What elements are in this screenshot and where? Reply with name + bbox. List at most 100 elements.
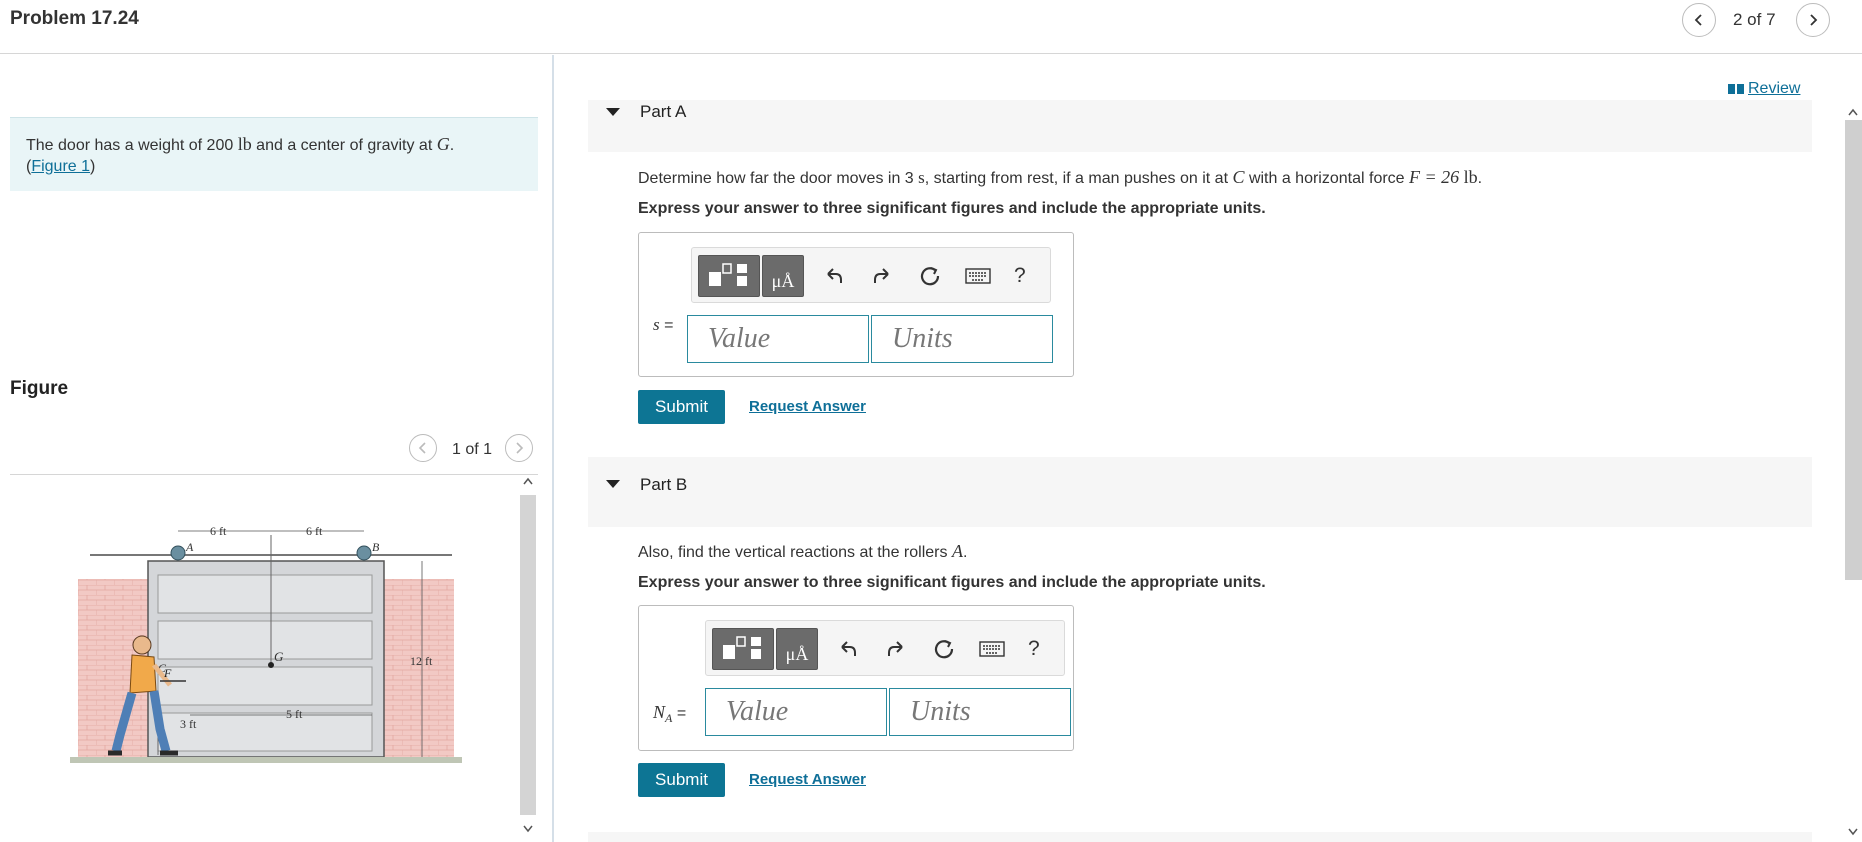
units-input[interactable]: Units	[871, 315, 1053, 363]
units-button[interactable]: μÅ	[776, 628, 818, 670]
undo-icon	[841, 641, 856, 656]
variable-s: s	[653, 315, 660, 334]
part-b-answer-box: μÅ ? NA = Value Units	[638, 605, 1074, 751]
part-a-question: Determine how far the door moves in 3 s,…	[638, 167, 1482, 188]
keyboard-icon	[979, 641, 1005, 657]
variable-label: NA =	[653, 702, 686, 726]
part-b-submit-button[interactable]: Submit	[638, 763, 725, 797]
templates-icon	[723, 636, 761, 659]
figure-divider	[10, 474, 538, 475]
reset-button[interactable]	[930, 635, 958, 663]
variable-subscript: A	[665, 711, 673, 726]
part-a-instruction: Express your answer to three significant…	[638, 200, 1266, 217]
chevron-up-icon	[523, 477, 533, 485]
equals-sign: =	[676, 705, 687, 722]
figure-scrollbar[interactable]	[519, 473, 537, 842]
variable-n: N	[653, 702, 666, 722]
top-bar: Problem 17.24 2 of 7	[0, 0, 1862, 54]
problem-statement: The door has a weight of 200 lb and a ce…	[10, 117, 538, 191]
redo-button[interactable]	[868, 262, 896, 290]
part-b-label: Part B	[640, 475, 688, 494]
figure-previous-button[interactable]	[409, 434, 437, 462]
main-scroll-thumb[interactable]	[1845, 120, 1862, 580]
dim-label-a: 6 ft	[210, 524, 227, 538]
templates-icon	[709, 263, 747, 286]
reset-button[interactable]	[916, 262, 944, 290]
chevron-left-icon	[418, 442, 426, 454]
chevron-right-icon	[516, 442, 524, 454]
next-problem-button[interactable]	[1796, 3, 1830, 37]
question-text: with a horizontal force	[1248, 170, 1405, 187]
part-a-header[interactable]: Part A	[588, 100, 1812, 152]
part-b-header[interactable]: Part B	[588, 457, 1812, 527]
templates-button[interactable]	[712, 628, 774, 670]
value-input[interactable]: Value	[687, 315, 869, 363]
help-button[interactable]: ?	[1014, 264, 1026, 288]
weight-unit: lb	[237, 134, 252, 154]
part-b-instruction: Express your answer to three significant…	[638, 574, 1266, 591]
figure-link-close: )	[90, 158, 96, 175]
collapse-triangle-icon	[606, 108, 620, 116]
chevron-down-icon	[523, 825, 533, 833]
figure-heading: Figure	[10, 378, 69, 399]
question-end: .	[962, 544, 968, 561]
dim-label-c: 3 ft	[180, 717, 197, 731]
units-input[interactable]: Units	[889, 688, 1071, 736]
dim-label-b: 6 ft	[306, 524, 323, 538]
intro-end: .	[449, 137, 455, 154]
height-label: 12 ft	[410, 654, 433, 668]
units-button[interactable]: μÅ	[762, 255, 804, 297]
math-toolbar: μÅ ?	[691, 247, 1051, 303]
question-text: Determine how far the door moves in 3	[638, 170, 914, 187]
cg-symbol: G	[436, 134, 450, 154]
question-text: Also, find the vertical reactions at the…	[638, 544, 948, 561]
variable-label: s =	[653, 315, 673, 335]
intro-middle: and a center of gravity at	[256, 137, 433, 154]
review-label: Review	[1748, 80, 1801, 97]
reset-icon	[934, 640, 954, 659]
redo-button[interactable]	[882, 635, 910, 663]
part-a-label: Part A	[640, 102, 687, 121]
redo-icon	[888, 641, 903, 656]
roller-b	[356, 545, 372, 561]
chevron-right-icon	[1810, 14, 1818, 26]
book-icon	[1728, 84, 1744, 94]
keyboard-button[interactable]	[978, 635, 1006, 663]
force-unit: lb	[1463, 167, 1478, 187]
figure-next-button[interactable]	[505, 434, 533, 462]
math-toolbar: μÅ ?	[705, 620, 1065, 676]
figure-link[interactable]: Figure 1	[31, 158, 90, 175]
value-input[interactable]: Value	[705, 688, 887, 736]
keyboard-button[interactable]	[964, 262, 992, 290]
reset-icon	[920, 267, 940, 286]
part-a-request-answer[interactable]: Request Answer	[749, 398, 866, 415]
next-part-header	[588, 832, 1812, 842]
time-unit: s	[918, 168, 925, 187]
door-panel	[157, 574, 373, 614]
door-panel	[157, 666, 373, 706]
main-scrollbar[interactable]	[1843, 100, 1862, 842]
previous-problem-button[interactable]	[1682, 3, 1716, 37]
door-panel	[157, 620, 373, 660]
review-link[interactable]: Review	[1728, 80, 1800, 98]
undo-icon	[827, 268, 842, 283]
undo-button[interactable]	[820, 262, 848, 290]
chevron-up-icon	[1848, 108, 1858, 116]
roller-a	[170, 545, 186, 561]
templates-button[interactable]	[698, 255, 760, 297]
help-button[interactable]: ?	[1028, 637, 1040, 661]
label-b: B	[372, 540, 380, 554]
equals-sign: =	[664, 317, 674, 334]
force-expression: F = 26	[1409, 167, 1460, 187]
figure-page-indicator: 1 of 1	[452, 441, 493, 458]
figure-image: 6 ft 6 ft A B G 12 ft 3 ft 5 ft C F	[70, 524, 462, 763]
part-a-submit-button[interactable]: Submit	[638, 390, 725, 424]
dim-label-d: 5 ft	[286, 707, 303, 721]
point-c: C	[1232, 167, 1245, 187]
figure-scroll-thumb[interactable]	[520, 495, 536, 815]
label-g: G	[274, 649, 284, 664]
part-b-request-answer[interactable]: Request Answer	[749, 771, 866, 788]
undo-button[interactable]	[834, 635, 862, 663]
ground	[70, 757, 462, 763]
label-f: F	[163, 666, 172, 680]
